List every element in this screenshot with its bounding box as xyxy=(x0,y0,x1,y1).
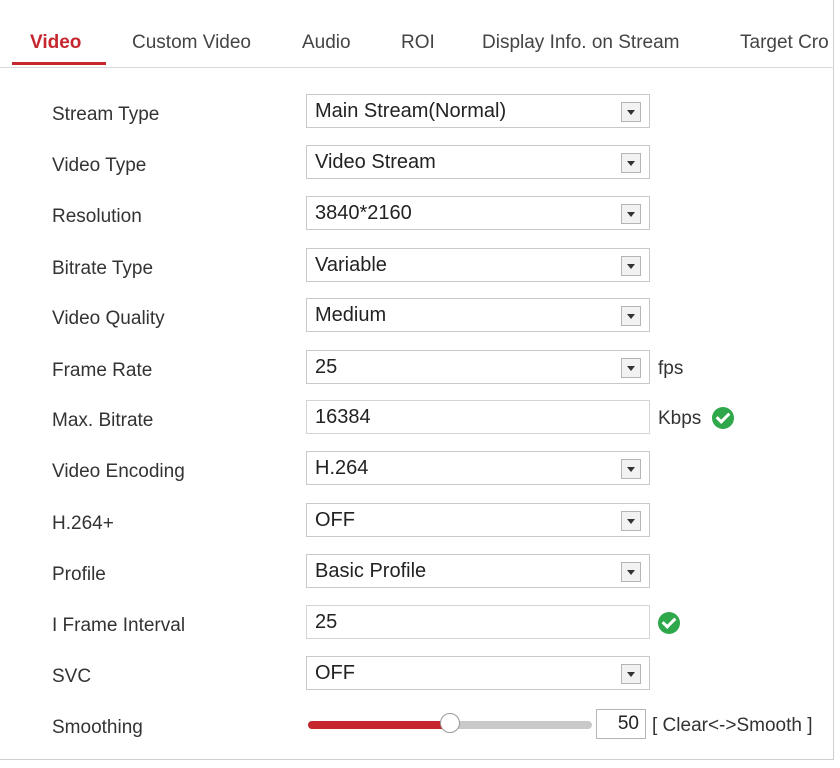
chevron-down-icon[interactable] xyxy=(621,306,641,326)
tab-display-info-on-stream[interactable]: Display Info. on Stream xyxy=(482,32,679,54)
tab-video[interactable]: Video xyxy=(30,32,81,54)
check-circle-icon xyxy=(658,612,680,634)
h264-plus-label: H.264+ xyxy=(52,513,114,534)
row-bitrate-type: Bitrate Type Variable xyxy=(0,248,834,288)
video-quality-label: Video Quality xyxy=(52,308,165,329)
frame-rate-value: 25 xyxy=(315,356,338,378)
chevron-down-icon[interactable] xyxy=(621,256,641,276)
video-settings-panel: Video Custom Video Audio ROI Display Inf… xyxy=(0,0,834,760)
resolution-label: Resolution xyxy=(52,206,142,227)
frame-rate-select[interactable]: 25 xyxy=(306,350,650,384)
i-frame-interval-input[interactable] xyxy=(306,605,650,639)
max-bitrate-label: Max. Bitrate xyxy=(52,410,154,431)
chevron-down-icon[interactable] xyxy=(621,204,641,224)
chevron-down-icon[interactable] xyxy=(621,102,641,122)
chevron-down-icon[interactable] xyxy=(621,511,641,531)
stream-type-value: Main Stream(Normal) xyxy=(315,100,507,122)
h264-plus-select[interactable]: OFF xyxy=(306,503,650,537)
smoothing-value-box[interactable]: 50 xyxy=(596,709,646,739)
tab-bar: Video Custom Video Audio ROI Display Inf… xyxy=(0,0,834,68)
tab-custom-video[interactable]: Custom Video xyxy=(132,32,251,54)
video-quality-value: Medium xyxy=(315,304,387,326)
bitrate-type-value: Variable xyxy=(315,254,387,276)
row-smoothing: Smoothing 50 [ Clear<->Smooth ] xyxy=(0,707,834,747)
h264-plus-value: OFF xyxy=(315,509,355,531)
video-type-select[interactable]: Video Stream xyxy=(306,145,650,179)
tab-audio[interactable]: Audio xyxy=(302,32,351,54)
row-h264-plus: H.264+ OFF xyxy=(0,503,834,543)
row-video-encoding: Video Encoding H.264 xyxy=(0,451,834,491)
stream-type-select[interactable]: Main Stream(Normal) xyxy=(306,94,650,128)
row-stream-type: Stream Type Main Stream(Normal) xyxy=(0,94,834,134)
slider-thumb[interactable] xyxy=(440,713,460,733)
svc-value: OFF xyxy=(315,662,355,684)
video-type-label: Video Type xyxy=(52,155,147,176)
row-profile: Profile Basic Profile xyxy=(0,554,834,594)
row-max-bitrate: Max. Bitrate Kbps xyxy=(0,400,834,440)
smoothing-slider[interactable] xyxy=(308,713,592,733)
profile-select[interactable]: Basic Profile xyxy=(306,554,650,588)
active-tab-indicator xyxy=(12,62,106,65)
frame-rate-unit: fps xyxy=(658,358,684,379)
svc-select[interactable]: OFF xyxy=(306,656,650,690)
row-resolution: Resolution 3840*2160 xyxy=(0,196,834,236)
video-encoding-select[interactable]: H.264 xyxy=(306,451,650,485)
video-encoding-value: H.264 xyxy=(315,457,369,479)
video-type-value: Video Stream xyxy=(315,151,436,173)
chevron-down-icon[interactable] xyxy=(621,358,641,378)
svc-label: SVC xyxy=(52,666,92,687)
i-frame-interval-label: I Frame Interval xyxy=(52,615,186,636)
frame-rate-label: Frame Rate xyxy=(52,360,153,381)
check-circle-icon xyxy=(712,407,734,429)
profile-label: Profile xyxy=(52,564,106,585)
row-video-type: Video Type Video Stream xyxy=(0,145,834,185)
row-video-quality: Video Quality Medium xyxy=(0,298,834,338)
resolution-select[interactable]: 3840*2160 xyxy=(306,196,650,230)
chevron-down-icon[interactable] xyxy=(621,664,641,684)
video-quality-select[interactable]: Medium xyxy=(306,298,650,332)
row-i-frame-interval: I Frame Interval xyxy=(0,605,834,645)
slider-fill xyxy=(308,721,450,729)
max-bitrate-unit: Kbps xyxy=(658,408,702,429)
bitrate-type-label: Bitrate Type xyxy=(52,258,154,279)
row-svc: SVC OFF xyxy=(0,656,834,696)
smoothing-range-label: [ Clear<->Smooth ] xyxy=(652,715,813,736)
chevron-down-icon[interactable] xyxy=(621,562,641,582)
tab-roi[interactable]: ROI xyxy=(401,32,435,54)
stream-type-label: Stream Type xyxy=(52,104,160,125)
row-frame-rate: Frame Rate 25 fps xyxy=(0,350,834,390)
tab-target-cropping[interactable]: Target Cro xyxy=(740,32,829,54)
resolution-value: 3840*2160 xyxy=(315,202,412,224)
smoothing-label: Smoothing xyxy=(52,717,143,738)
chevron-down-icon[interactable] xyxy=(621,153,641,173)
profile-value: Basic Profile xyxy=(315,560,427,582)
video-encoding-label: Video Encoding xyxy=(52,461,185,482)
bitrate-type-select[interactable]: Variable xyxy=(306,248,650,282)
max-bitrate-input[interactable] xyxy=(306,400,650,434)
chevron-down-icon[interactable] xyxy=(621,459,641,479)
